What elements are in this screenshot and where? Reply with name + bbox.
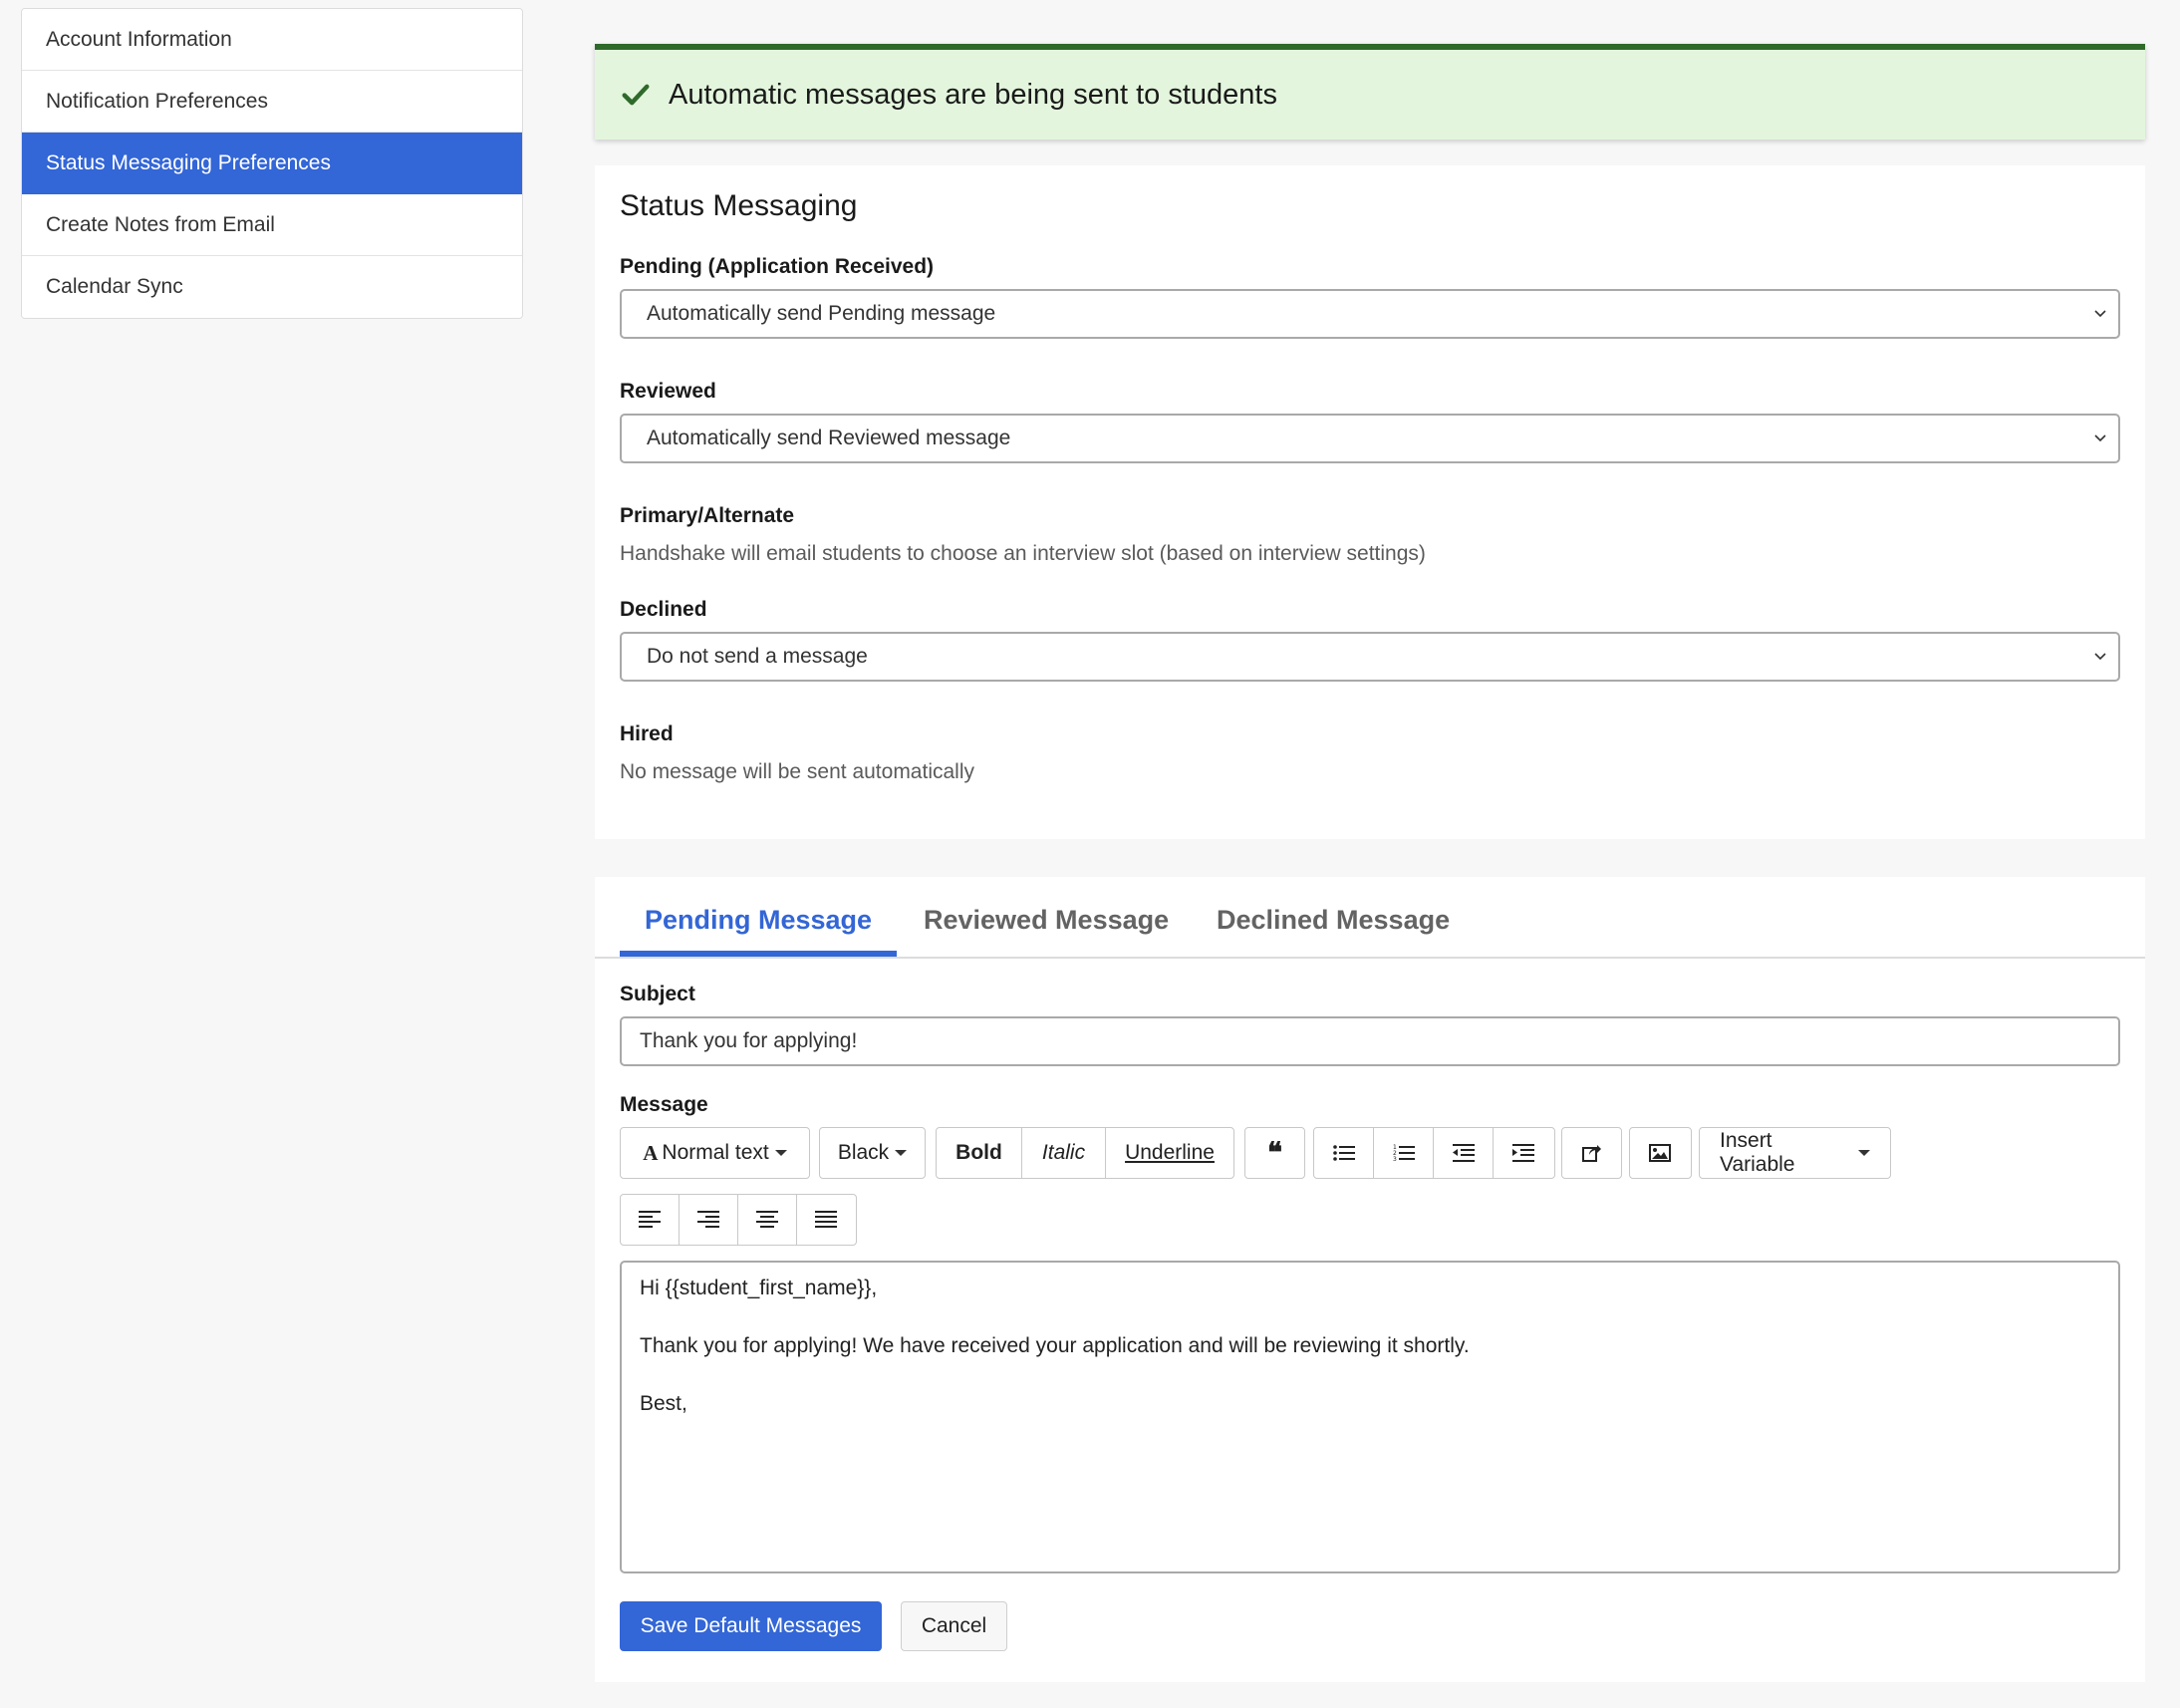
underline-button[interactable]: Underline xyxy=(1106,1128,1233,1178)
link-button[interactable] xyxy=(1562,1128,1621,1178)
message-line: Best, xyxy=(640,1392,687,1415)
success-alert: Automatic messages are being sent to stu… xyxy=(595,44,2145,140)
tab-declined-message[interactable]: Declined Message xyxy=(1192,897,1475,957)
chevron-down-icon xyxy=(2094,653,2106,661)
message-line: Thank you for applying! We have received… xyxy=(640,1334,1470,1357)
bulleted-list-button[interactable] xyxy=(1314,1128,1374,1178)
subject-input[interactable]: Thank you for applying! xyxy=(620,1016,2120,1066)
message-label: Message xyxy=(620,1093,708,1116)
message-body-editor[interactable]: Hi {{student_first_name}}, Thank you for… xyxy=(620,1261,2120,1573)
numbered-list-button[interactable]: 1 2 3 xyxy=(1374,1128,1434,1178)
primary-alternate-label: Primary/Alternate xyxy=(620,504,795,527)
color-button[interactable]: Black xyxy=(820,1128,925,1178)
indent-icon xyxy=(1512,1144,1534,1162)
bold-button[interactable]: Bold xyxy=(937,1128,1022,1178)
declined-label: Declined xyxy=(620,598,707,621)
insert-variable-button[interactable]: Insert Variable xyxy=(1700,1128,1890,1178)
insert-image-button[interactable] xyxy=(1630,1128,1690,1178)
blockquote-group: ❝ xyxy=(1244,1127,1305,1179)
message-editor-panel: Pending Message Reviewed Message Decline… xyxy=(595,877,2145,1682)
outdent-icon xyxy=(1452,1144,1475,1162)
message-tabs: Pending Message Reviewed Message Decline… xyxy=(595,877,2145,959)
color-dropdown[interactable]: Black xyxy=(819,1127,926,1179)
italic-button[interactable]: Italic xyxy=(1022,1128,1106,1178)
tab-pending-message[interactable]: Pending Message xyxy=(620,897,898,957)
reviewed-select-value: Automatically send Reviewed message xyxy=(647,427,1011,449)
insert-variable-dropdown[interactable]: Insert Variable xyxy=(1699,1127,1891,1179)
align-left-button[interactable] xyxy=(621,1195,680,1245)
quote-icon: ❝ xyxy=(1266,1136,1283,1169)
indent-button[interactable] xyxy=(1494,1128,1553,1178)
insert-variable-label: Insert Variable xyxy=(1720,1129,1795,1176)
align-justify-icon xyxy=(815,1211,838,1228)
subject-label: Subject xyxy=(620,983,695,1005)
text-style-dropdown[interactable]: A Normal text xyxy=(620,1127,810,1179)
chevron-down-icon xyxy=(2094,310,2106,318)
sidebar-item-calendar-sync[interactable]: Calendar Sync xyxy=(22,256,522,318)
caret-down-icon xyxy=(895,1150,908,1156)
color-label: Black xyxy=(837,1141,890,1164)
align-right-button[interactable] xyxy=(680,1195,738,1245)
sidebar-item-create-notes-from-email[interactable]: Create Notes from Email xyxy=(22,194,522,256)
pending-label: Pending (Application Received) xyxy=(620,255,935,278)
declined-select-value: Do not send a message xyxy=(647,645,868,668)
hired-help: No message will be sent automatically xyxy=(620,760,974,783)
declined-select[interactable]: Do not send a message xyxy=(620,632,2120,682)
outdent-button[interactable] xyxy=(1434,1128,1494,1178)
numbered-list-icon: 1 2 3 xyxy=(1393,1144,1415,1163)
primary-alternate-help: Handshake will email students to choose … xyxy=(620,542,1426,565)
image-icon xyxy=(1649,1144,1671,1162)
settings-sidebar: Account Information Notification Prefere… xyxy=(21,8,523,319)
sidebar-item-status-messaging-preferences[interactable]: Status Messaging Preferences xyxy=(22,133,522,194)
link-group xyxy=(1561,1127,1622,1179)
list-group: 1 2 3 xyxy=(1313,1127,1555,1179)
text-style-label: Normal text xyxy=(662,1141,769,1164)
font-icon: A xyxy=(643,1140,659,1165)
message-line: Hi {{student_first_name}}, xyxy=(640,1277,878,1299)
section-title: Status Messaging xyxy=(620,189,858,222)
save-default-messages-button[interactable]: Save Default Messages xyxy=(620,1601,882,1651)
status-messaging-panel: Status Messaging Pending (Application Re… xyxy=(595,165,2145,839)
align-left-icon xyxy=(639,1211,661,1228)
caret-down-icon xyxy=(1858,1150,1870,1156)
blockquote-button[interactable]: ❝ xyxy=(1245,1128,1304,1178)
hired-label: Hired xyxy=(620,722,674,745)
align-right-icon xyxy=(697,1211,719,1228)
alert-message: Automatic messages are being sent to stu… xyxy=(669,78,1277,111)
check-icon xyxy=(622,84,650,106)
image-group xyxy=(1629,1127,1692,1179)
cancel-button[interactable]: Cancel xyxy=(901,1601,1007,1651)
caret-down-icon xyxy=(774,1150,787,1156)
svg-text:3: 3 xyxy=(1393,1156,1397,1163)
reviewed-select[interactable]: Automatically send Reviewed message xyxy=(620,414,2120,463)
sidebar-item-account-information[interactable]: Account Information xyxy=(22,9,522,71)
sidebar-item-notification-preferences[interactable]: Notification Preferences xyxy=(22,71,522,133)
align-justify-button[interactable] xyxy=(797,1195,856,1245)
tab-reviewed-message[interactable]: Reviewed Message xyxy=(899,897,1194,957)
chevron-down-icon xyxy=(2094,434,2106,442)
pending-select-value: Automatically send Pending message xyxy=(647,302,996,325)
share-icon xyxy=(1581,1145,1601,1162)
text-style-button[interactable]: A Normal text xyxy=(621,1128,809,1178)
bulleted-list-icon xyxy=(1332,1145,1355,1161)
align-center-icon xyxy=(756,1211,778,1228)
pending-select[interactable]: Automatically send Pending message xyxy=(620,289,2120,339)
alignment-group xyxy=(620,1194,857,1246)
align-center-button[interactable] xyxy=(738,1195,797,1245)
format-group: Bold Italic Underline xyxy=(936,1127,1234,1179)
reviewed-label: Reviewed xyxy=(620,380,716,403)
